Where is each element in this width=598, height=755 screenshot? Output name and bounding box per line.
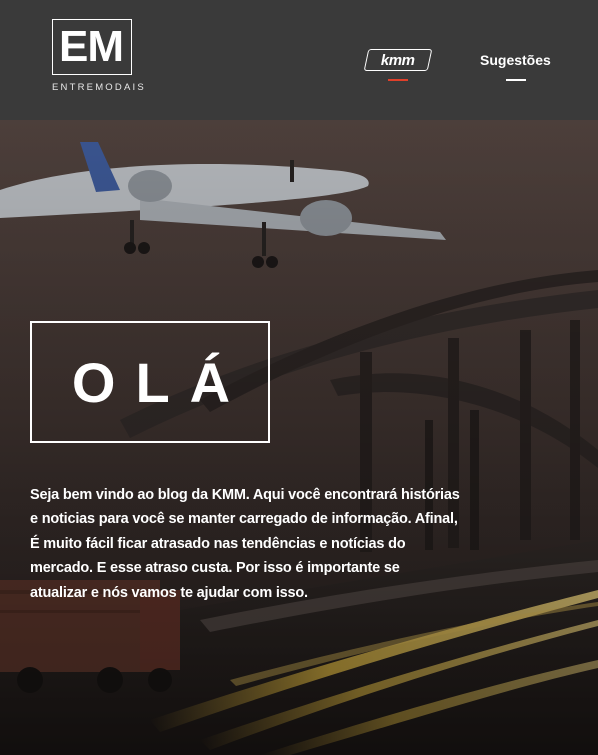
kmm-logo-text: kmm bbox=[381, 51, 415, 69]
entremodais-logo[interactable]: EM ENTREMODAIS bbox=[52, 19, 146, 93]
hero-intro-text: Seja bem vindo ao blog da KMM. Aqui você… bbox=[30, 486, 460, 601]
blog-page: EM ENTREMODAIS kmm Sugestões OLÁ Seja be… bbox=[0, 0, 598, 755]
logo-mark: EM bbox=[59, 22, 124, 71]
nav-suggestions-underline bbox=[506, 79, 526, 81]
logo-subtitle: ENTREMODAIS bbox=[52, 82, 146, 93]
hero-heading-frame: OLÁ bbox=[30, 321, 270, 443]
hero-heading: OLÁ bbox=[71, 350, 251, 414]
hero-section: OLÁ Seja bem vindo ao blog da KMM. Aqui … bbox=[0, 120, 598, 755]
active-nav-indicator bbox=[388, 79, 408, 81]
logo-frame: EM bbox=[52, 19, 132, 75]
nav-kmm-link[interactable]: kmm bbox=[363, 49, 433, 71]
site-header: EM ENTREMODAIS kmm Sugestões bbox=[0, 0, 598, 120]
nav-suggestions-link[interactable]: Sugestões bbox=[480, 52, 551, 68]
